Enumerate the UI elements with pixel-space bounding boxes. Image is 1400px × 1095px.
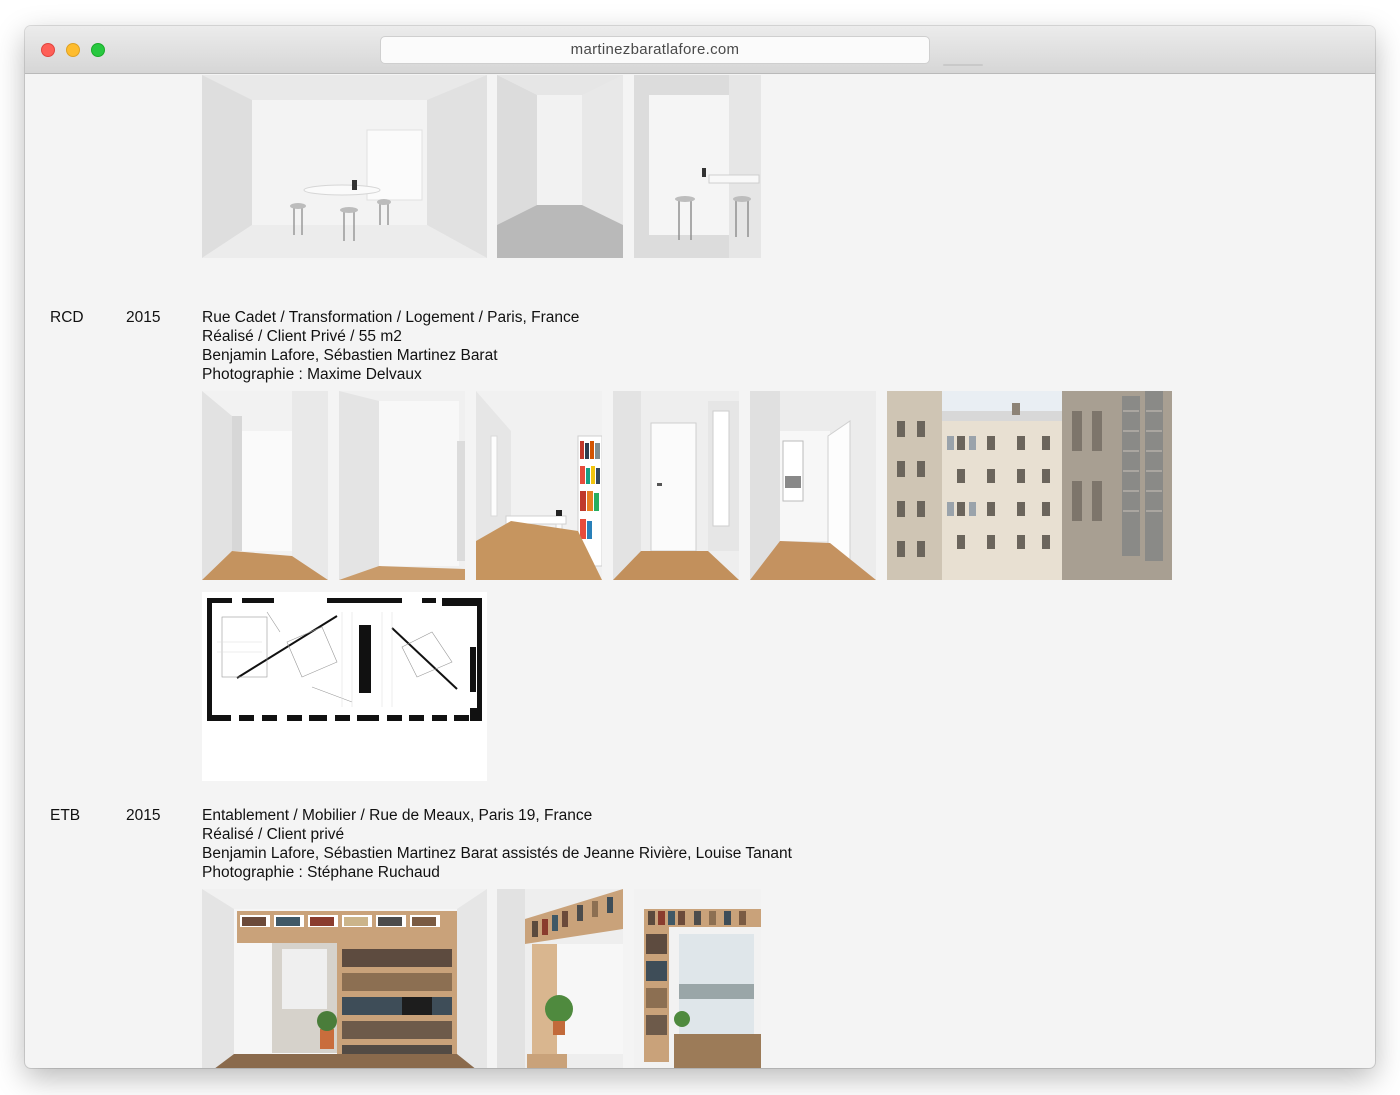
project-architects: Benjamin Lafore, Sébastien Martinez Bara… bbox=[202, 347, 498, 364]
project-photographer: Photographie : Stéphane Ruchaud bbox=[202, 864, 440, 881]
project-status: Réalisé / Client privé bbox=[202, 826, 345, 843]
project-photo[interactable] bbox=[202, 889, 487, 1068]
white-room-photo bbox=[202, 75, 487, 258]
project-photo[interactable] bbox=[750, 391, 876, 580]
project-photo[interactable] bbox=[634, 889, 761, 1068]
library-wall-photo bbox=[202, 889, 487, 1068]
floor-plan-image[interactable] bbox=[202, 592, 487, 781]
project-photo[interactable] bbox=[339, 391, 465, 580]
white-wall-photo bbox=[339, 391, 465, 580]
project-photo[interactable] bbox=[634, 75, 761, 258]
hallway-photo bbox=[202, 391, 328, 580]
white-corridor-photo bbox=[497, 75, 623, 258]
courtyard-facade-photo bbox=[887, 391, 1172, 580]
library-doorway-photo bbox=[634, 889, 761, 1068]
zoom-window-button[interactable] bbox=[91, 43, 105, 57]
minimize-window-button[interactable] bbox=[66, 43, 80, 57]
title-bar: martinezbaratlafore.com bbox=[25, 26, 1375, 74]
project-architects: Benjamin Lafore, Sébastien Martinez Bara… bbox=[202, 845, 792, 862]
project-year: 2015 bbox=[126, 807, 161, 824]
project-photo[interactable] bbox=[202, 75, 487, 258]
project-description: Rue Cadet / Transformation / Logement / … bbox=[202, 308, 579, 384]
project-code[interactable]: RCD bbox=[50, 309, 84, 327]
white-door-photo bbox=[634, 75, 761, 258]
floor-plan-drawing bbox=[202, 592, 487, 781]
browser-window: martinezbaratlafore.com RCD 2015 Rue Cad… bbox=[25, 26, 1375, 1068]
project-year: 2015 bbox=[126, 309, 161, 326]
tab-indicator bbox=[943, 64, 983, 66]
project-photo[interactable] bbox=[497, 889, 623, 1068]
library-corner-photo bbox=[497, 889, 623, 1068]
window-room-photo bbox=[750, 391, 876, 580]
project-description: Entablement / Mobilier / Rue de Meaux, P… bbox=[202, 806, 792, 882]
project-status: Réalisé / Client Privé / 55 m2 bbox=[202, 328, 402, 345]
project-photo[interactable] bbox=[202, 391, 328, 580]
project-code[interactable]: ETB bbox=[50, 807, 80, 825]
address-bar[interactable]: martinezbaratlafore.com bbox=[380, 36, 930, 64]
project-photo[interactable] bbox=[497, 75, 623, 258]
page-content: RCD 2015 Rue Cadet / Transformation / Lo… bbox=[25, 75, 1375, 1068]
bookshelf-room-photo bbox=[476, 391, 602, 580]
project-title[interactable]: Entablement / Mobilier / Rue de Meaux, P… bbox=[202, 806, 792, 825]
project-photo[interactable] bbox=[887, 391, 1172, 580]
close-window-button[interactable] bbox=[41, 43, 55, 57]
project-photographer: Photographie : Maxime Delvaux bbox=[202, 366, 422, 383]
project-title[interactable]: Rue Cadet / Transformation / Logement / … bbox=[202, 308, 579, 327]
door-photo bbox=[613, 391, 739, 580]
project-photo[interactable] bbox=[476, 391, 602, 580]
project-photo[interactable] bbox=[613, 391, 739, 580]
